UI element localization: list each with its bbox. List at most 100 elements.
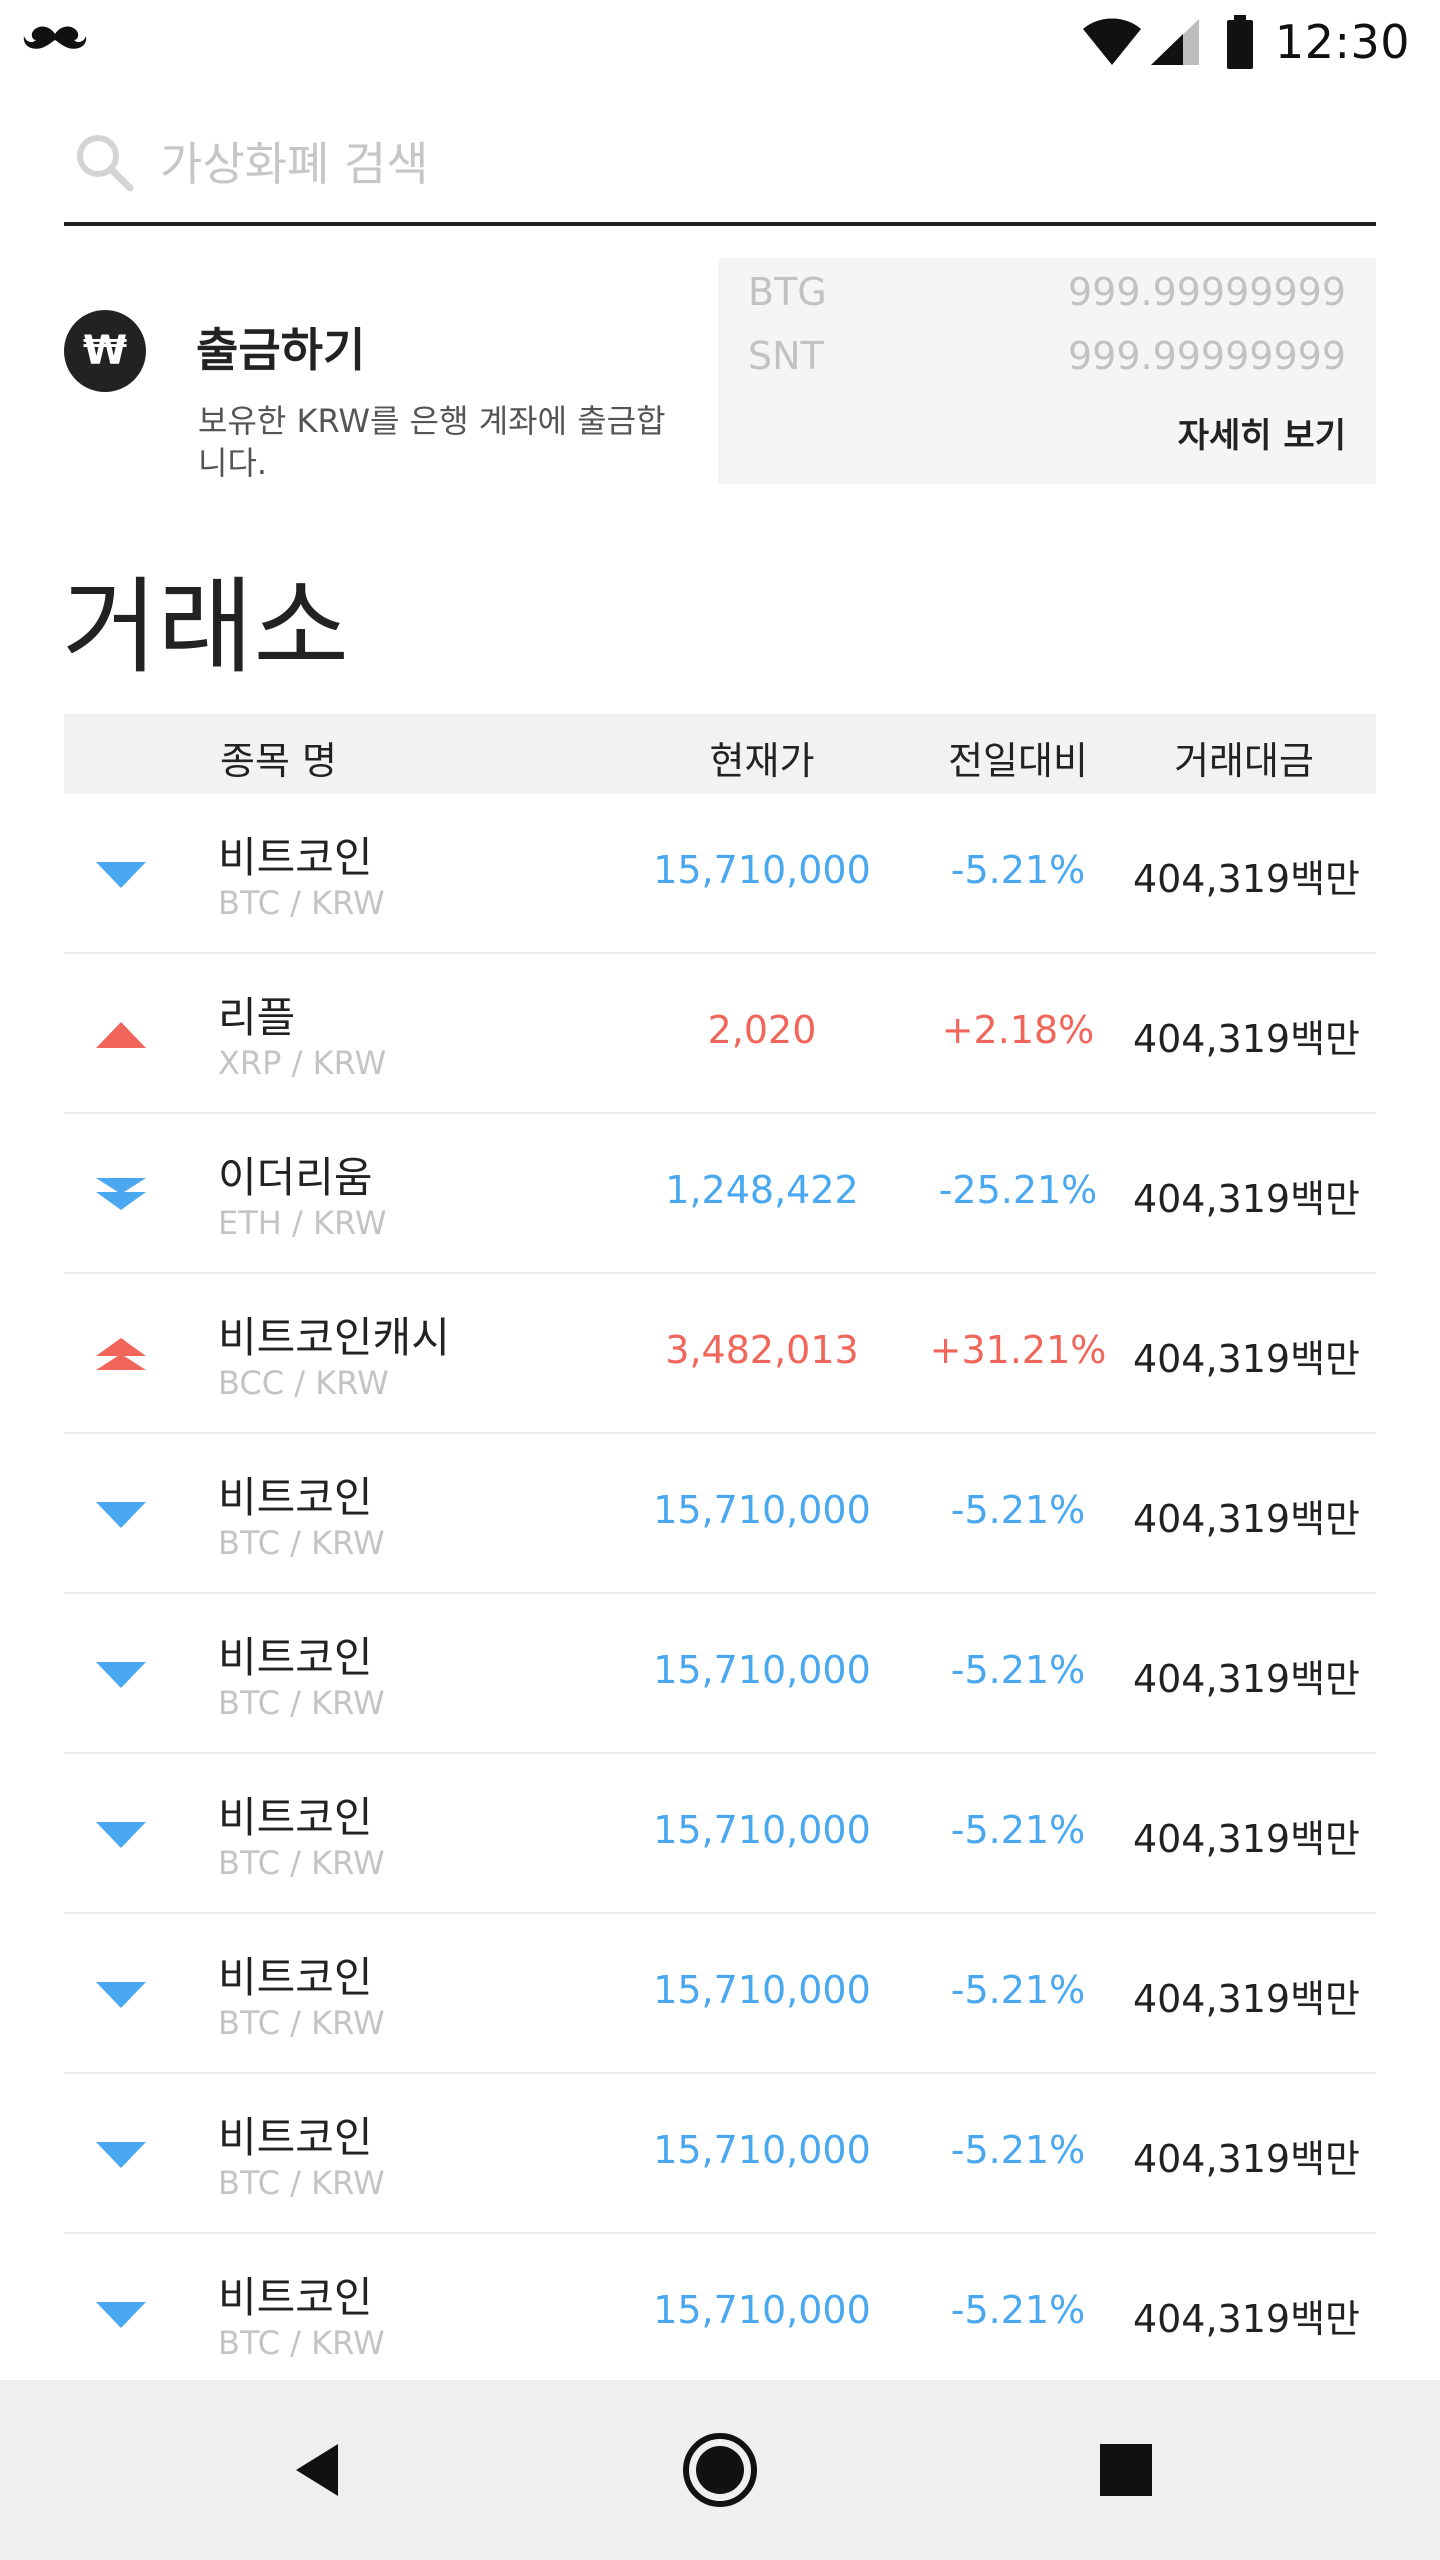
coin-pair: BTC / KRW — [218, 884, 385, 922]
current-price: 15,710,000 — [653, 848, 871, 892]
mustache-icon — [23, 26, 87, 49]
coin-name: 비트코인 — [218, 2113, 373, 2162]
table-row[interactable]: 비트코인 BTC / KRW 15,710,000 -5.21% 404,319백만 — [64, 1434, 1376, 1594]
coin-name: 이더리움 — [218, 1153, 373, 1202]
wifi-icon — [1082, 18, 1141, 65]
coin-name: 비트코인 — [218, 2273, 373, 2322]
search-input[interactable] — [160, 126, 1360, 202]
trade-volume: 404,319백만 — [1132, 1817, 1360, 1861]
trend-down-icon — [96, 2302, 146, 2328]
won-icon: ₩ — [64, 310, 146, 392]
balance-amount: 999.99999999 — [1067, 270, 1346, 314]
coin-pair: BTC / KRW — [218, 2324, 385, 2362]
price-change: -25.21% — [938, 1168, 1098, 1212]
table-row[interactable]: 리플 XRP / KRW 2,020 +2.18% 404,319백만 — [64, 954, 1376, 1114]
coin-name: 비트코인 — [218, 1793, 373, 1842]
column-header-change[interactable]: 전일대비 — [898, 730, 1138, 785]
table-header: 종목 명 현재가 전일대비 거래대금 — [64, 714, 1376, 794]
price-change: -5.21% — [950, 848, 1086, 892]
coin-name: 비트코인 — [218, 1953, 373, 2002]
withdraw-card[interactable]: ₩ 출금하기 보유한 KRW를 은행 계좌에 출금합니다. — [64, 300, 684, 500]
page-title: 거래소 — [62, 566, 350, 688]
trade-volume: 404,319백만 — [1132, 1017, 1360, 1061]
trend-up-icon — [96, 1022, 146, 1048]
trade-volume: 404,319백만 — [1132, 1977, 1360, 2021]
exchange-table: 종목 명 현재가 전일대비 거래대금 비트코인 BTC / KRW 15,710,0… — [64, 714, 1376, 2394]
price-change: +31.21% — [929, 1328, 1107, 1372]
coin-pair: XRP / KRW — [218, 1044, 387, 1082]
coin-name: 비트코인 — [218, 1633, 373, 1682]
trend-up-double-icon — [96, 1338, 146, 1370]
coin-pair: ETH / KRW — [218, 1204, 387, 1242]
recents-button[interactable] — [1078, 2422, 1174, 2518]
price-change: -5.21% — [950, 1808, 1086, 1852]
coin-pair: BCC / KRW — [218, 1364, 389, 1402]
coin-name: 비트코인캐시 — [218, 1313, 450, 1362]
status-time: 12:30 — [1274, 15, 1410, 69]
trade-volume: 404,319백만 — [1132, 2137, 1360, 2181]
current-price: 15,710,000 — [653, 2128, 871, 2172]
column-header-name[interactable]: 종목 명 — [220, 730, 337, 785]
balance-box: BTG 999.99999999 SNT 999.99999999 자세히 보기 — [718, 258, 1376, 484]
coin-pair: BTC / KRW — [218, 2164, 385, 2202]
price-change: -5.21% — [950, 1488, 1086, 1532]
current-price: 15,710,000 — [653, 1488, 871, 1532]
price-change: +2.18% — [941, 1008, 1095, 1052]
table-row[interactable]: 이더리움 ETH / KRW 1,248,422 -25.21% 404,319백만 — [64, 1114, 1376, 1274]
trade-volume: 404,319백만 — [1132, 857, 1360, 901]
current-price: 15,710,000 — [653, 1808, 871, 1852]
balance-amount: 999.99999999 — [1067, 334, 1346, 378]
current-price: 2,020 — [707, 1008, 817, 1052]
price-change: -5.21% — [950, 2128, 1086, 2172]
current-price: 15,710,000 — [653, 1968, 871, 2012]
status-bar: 12:30 — [0, 0, 1440, 84]
column-header-price[interactable]: 현재가 — [644, 730, 880, 785]
details-link[interactable]: 자세히 보기 — [1178, 408, 1346, 457]
trend-down-icon — [96, 1662, 146, 1688]
signal-icon — [1150, 19, 1199, 65]
back-button[interactable] — [270, 2422, 366, 2518]
trend-down-icon — [96, 862, 146, 888]
table-row[interactable]: 비트코인 BTC / KRW 15,710,000 -5.21% 404,319백만 — [64, 2234, 1376, 2394]
trend-down-icon — [96, 2142, 146, 2168]
trade-volume: 404,319백만 — [1132, 1337, 1360, 1381]
coin-pair: BTC / KRW — [218, 1844, 385, 1882]
table-row[interactable]: 비트코인 BTC / KRW 15,710,000 -5.21% 404,319백만 — [64, 794, 1376, 954]
trend-down-icon — [96, 1822, 146, 1848]
withdraw-title: 출금하기 — [196, 323, 366, 377]
table-row[interactable]: 비트코인 BTC / KRW 15,710,000 -5.21% 404,319백만 — [64, 1914, 1376, 2074]
coin-pair: BTC / KRW — [218, 1684, 385, 1722]
balance-row: SNT 999.99999999 — [748, 334, 1346, 386]
trade-volume: 404,319백만 — [1132, 1177, 1360, 1221]
search-icon — [77, 135, 134, 192]
search-bar — [64, 110, 1376, 226]
current-price: 1,248,422 — [665, 1168, 859, 1212]
price-change: -5.21% — [950, 2288, 1086, 2332]
back-icon — [296, 2444, 338, 2496]
trade-volume: 404,319백만 — [1132, 1657, 1360, 1701]
table-row[interactable]: 비트코인 BTC / KRW 15,710,000 -5.21% 404,319백만 — [64, 1754, 1376, 1914]
home-button[interactable] — [672, 2422, 768, 2518]
balance-symbol: BTG — [748, 270, 827, 314]
recents-icon — [1100, 2444, 1152, 2496]
price-change: -5.21% — [950, 1968, 1086, 2012]
trend-down-icon — [96, 1502, 146, 1528]
withdraw-description: 보유한 KRW를 은행 계좌에 출금합니다. — [198, 402, 666, 482]
trend-down-double-icon — [96, 1178, 146, 1210]
home-icon — [683, 2433, 757, 2507]
current-price: 3,482,013 — [665, 1328, 859, 1372]
trend-down-icon — [96, 1982, 146, 2008]
balance-row: BTG 999.99999999 — [748, 270, 1346, 322]
current-price: 15,710,000 — [653, 1648, 871, 1692]
column-header-volume[interactable]: 거래대금 — [1144, 730, 1344, 785]
coin-name: 비트코인 — [218, 1473, 373, 1522]
coin-name: 리플 — [218, 993, 296, 1042]
balance-symbol: SNT — [748, 334, 824, 378]
navigation-bar — [0, 2380, 1440, 2560]
table-row[interactable]: 비트코인 BTC / KRW 15,710,000 -5.21% 404,319백만 — [64, 1594, 1376, 1754]
coin-name: 비트코인 — [218, 833, 373, 882]
trade-volume: 404,319백만 — [1132, 1497, 1360, 1541]
price-change: -5.21% — [950, 1648, 1086, 1692]
table-row[interactable]: 비트코인캐시 BCC / KRW 3,482,013 +31.21% 404,319백만 — [64, 1274, 1376, 1434]
table-row[interactable]: 비트코인 BTC / KRW 15,710,000 -5.21% 404,319백만 — [64, 2074, 1376, 2234]
